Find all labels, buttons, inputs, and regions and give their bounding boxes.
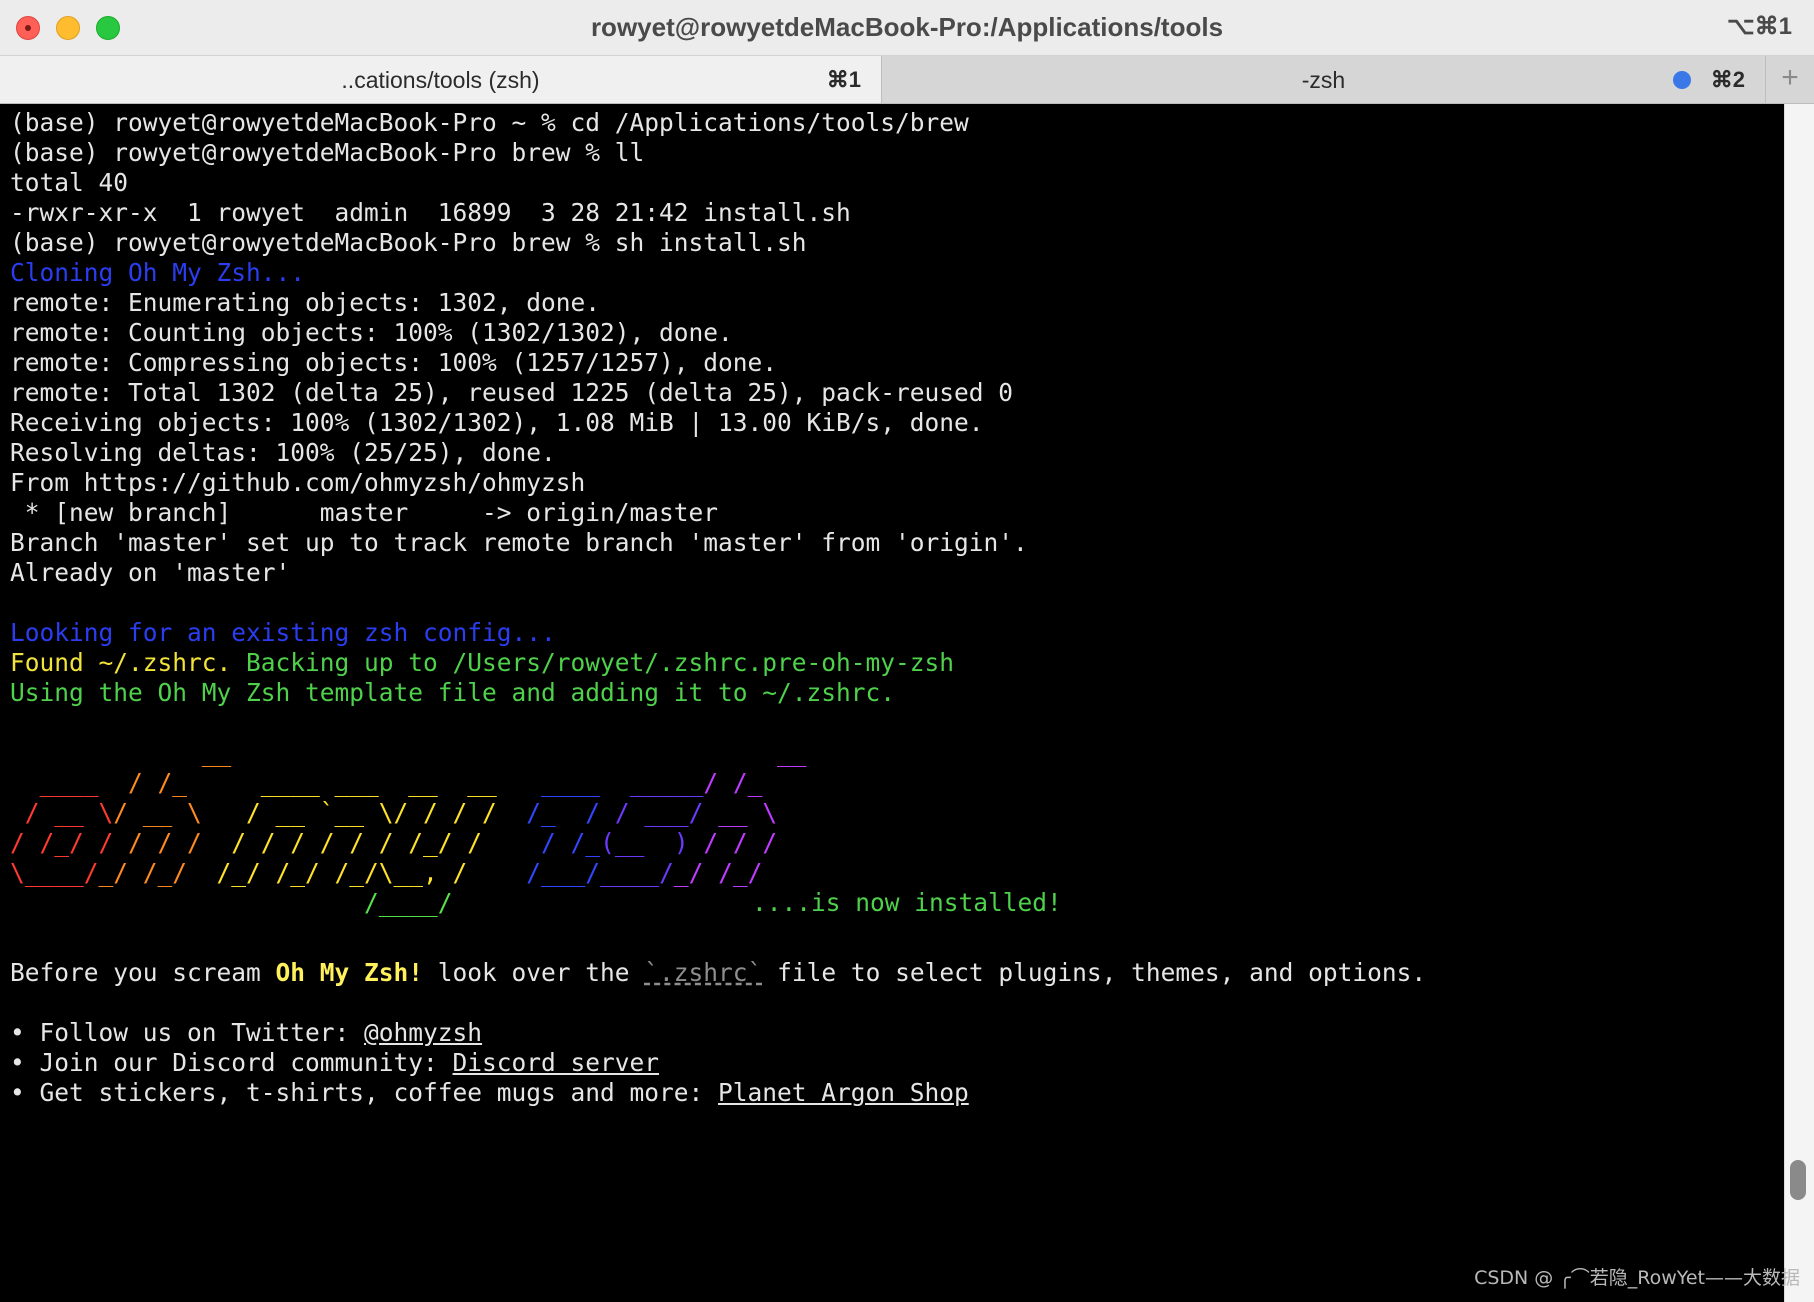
bullet-discord: • Join our Discord community: Discord se… [10,1046,659,1080]
terminal-line: remote: Counting objects: 100% (1302/130… [10,318,733,347]
terminal-line: remote: Compressing objects: 100% (1257/… [10,348,778,377]
terminal-line: * [new branch] master -> origin/master [10,498,719,527]
terminal-line: Using the Oh My Zsh template file and ad… [10,678,896,707]
tab-label: ..cations/tools (zsh) [341,67,540,93]
backup-text: Backing up to /Users/rowyet/.zshrc.pre-o… [231,648,955,677]
terminal-line: -rwxr-xr-x 1 rowyet admin 16899 3 28 21:… [10,198,851,227]
bullet-twitter: • Follow us on Twitter: @ohmyzsh [10,1016,482,1050]
terminal-line: total 40 [10,168,129,197]
terminal-line: Branch 'master' set up to track remote b… [10,528,1028,557]
terminal-line: remote: Enumerating objects: 1302, done. [10,288,601,317]
terminal-line: Resolving deltas: 100% (25/25), done. [10,438,556,467]
scream-mid: look over the [423,958,645,987]
scream-post: file to select plugins, themes, and opti… [762,958,1427,987]
bullet-text: • Get stickers, t-shirts, coffee mugs an… [10,1078,719,1107]
window-title: rowyet@rowyetdeMacBook-Pro:/Applications… [590,12,1224,42]
activity-dot-icon [1673,71,1691,89]
terminal-line: (base) rowyet@rowyetdeMacBook-Pro brew %… [10,138,645,167]
tab-shortcut: ⌘1 [826,67,861,92]
terminal-output[interactable]: (base) rowyet@rowyetdeMacBook-Pro ~ % cd… [0,104,1784,1302]
tab-label: -zsh [1301,67,1346,93]
found-text: Found ~/.zshrc. [10,648,232,677]
scrollbar-thumb[interactable] [1790,1160,1806,1200]
scream-line: Before you scream Oh My Zsh! look over t… [10,956,1426,990]
new-tab-button[interactable]: + [1766,56,1814,103]
installed-message: ....is now installed! [752,888,1062,917]
twitter-link[interactable]: @ohmyzsh [364,1018,482,1047]
window-shortcut: ⌥⌘1 [1726,13,1792,40]
bullet-text: • Follow us on Twitter: [10,1018,365,1047]
terminal-line: (base) rowyet@rowyetdeMacBook-Pro brew %… [10,228,807,257]
terminal-line: Cloning Oh My Zsh... [10,258,306,287]
title-bar: rowyet@rowyetdeMacBook-Pro:/Applications… [0,0,1814,56]
tab-zsh-tools[interactable]: ..cations/tools (zsh) ⌘1 [0,56,882,103]
terminal-line: Already on 'master' [10,558,291,587]
terminal-line: Found ~/.zshrc. Backing up to /Users/row… [10,646,954,680]
terminal-window: rowyet@rowyetdeMacBook-Pro:/Applications… [0,0,1814,1302]
scrollbar-track[interactable] [1784,104,1814,1302]
terminal-line: From https://github.com/ohmyzsh/ohmyzsh [10,468,586,497]
watermark: CSDN @ ╭⌒若隐_RowYet——大数据 [1474,1267,1800,1289]
terminal-line: Receiving objects: 100% (1302/1302), 1.0… [10,408,984,437]
terminal-line: (base) rowyet@rowyetdeMacBook-Pro ~ % cd… [10,108,969,137]
tab-shortcut: ⌘2 [1710,67,1745,92]
terminal-line: remote: Total 1302 (delta 25), reused 12… [10,378,1014,407]
shop-link[interactable]: Planet Argon Shop [718,1078,969,1107]
tab-bar: ..cations/tools (zsh) ⌘1 -zsh ⌘2 + [0,56,1814,104]
scream-pre: Before you scream [10,958,276,987]
bullet-shop: • Get stickers, t-shirts, coffee mugs an… [10,1076,969,1110]
discord-link[interactable]: Discord server [453,1048,660,1077]
terminal-line: Looking for an existing zsh config... [10,618,556,647]
zshrc-file: `.zshrc` [644,958,763,987]
bullet-text: • Join our Discord community: [10,1048,453,1077]
tab-zsh[interactable]: -zsh ⌘2 [882,56,1766,103]
oh-my-zsh-bold: Oh My Zsh! [275,958,424,987]
